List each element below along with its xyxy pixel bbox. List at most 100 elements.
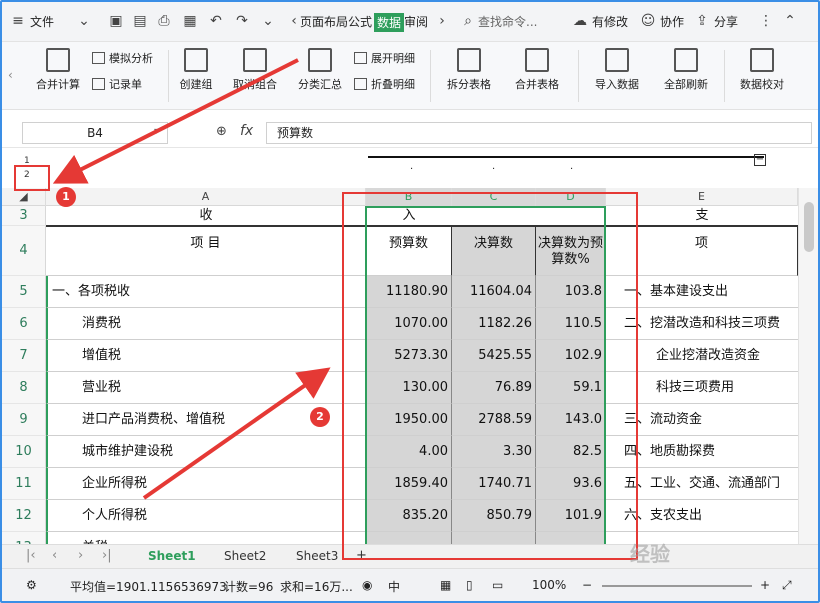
scrollbar-thumb[interactable] [804,202,814,252]
cell-a[interactable]: 关税 [46,532,366,544]
preview-icon[interactable]: ▦ [182,13,198,29]
zoom-level[interactable]: 100% [532,578,566,592]
cell-a[interactable]: 企业所得税 [46,468,366,500]
vertical-scrollbar[interactable] [798,188,818,544]
chevron-up-icon[interactable]: ⌃ [782,13,798,29]
sheet-tab-1[interactable]: Sheet1 [148,549,196,563]
cell-a[interactable]: 一、各项税收 [46,276,366,308]
ungroup-icon [243,48,267,72]
row-header[interactable]: 12 [2,500,46,532]
cell-a[interactable]: 收 [46,206,366,226]
outline-dot: · [570,164,574,175]
sim-analysis-icon [92,52,105,64]
hamburger-icon[interactable]: ≡ [10,13,26,29]
collapse-group-icon[interactable]: − [754,154,766,166]
sheet-tab-2[interactable]: Sheet2 [224,549,266,563]
cell-a[interactable]: 营业税 [46,372,366,404]
share-button[interactable]: 分享 [714,13,738,30]
subtotal-button[interactable]: 分类汇总 [292,42,348,92]
collapse-detail-button[interactable]: 折叠明细 [354,76,415,92]
cell-a[interactable]: 个人所得税 [46,500,366,532]
row-header[interactable]: 8 [2,372,46,404]
sim-analysis-button[interactable]: 模拟分析 [92,50,153,66]
zoom-icon[interactable]: ⊕ [216,124,227,139]
cell-a[interactable]: 城市维护建设税 [46,436,366,468]
eye-icon[interactable]: ◉ [362,578,372,592]
ribbon-divider [430,50,431,102]
first-sheet-icon[interactable]: |‹ [26,548,36,563]
row-header[interactable]: 13 [2,532,46,544]
cell-a[interactable]: 消费税 [46,308,366,340]
zoom-in-icon[interactable]: + [760,578,770,592]
print-icon[interactable]: ⎙ [156,13,172,29]
page-break-view-icon[interactable]: ▭ [492,578,503,592]
fullscreen-icon[interactable]: ⤢ [782,578,792,593]
macro-icon[interactable]: ⚙ [26,578,37,592]
row-header[interactable]: 7 [2,340,46,372]
person-icon: ☺ [640,13,656,29]
expand-detail-button[interactable]: 展开明细 [354,50,415,66]
row-header[interactable]: 10 [2,436,46,468]
formula-input[interactable]: 预算数 [266,122,812,144]
tab-review[interactable]: 审阅 [404,13,428,30]
more-icon[interactable]: ⋮ [758,13,774,29]
menu-bar: ≡ 文件 ⌄ ▣ ▤ ⎙ ▦ ↶ ↷ ⌄ ‹ 页面布局 公式 数据 审阅 › ⌕… [2,2,818,42]
row-header[interactable]: 6 [2,308,46,340]
input-mode-icon[interactable]: 中 [388,578,400,595]
refresh-icon [674,48,698,72]
status-count: 计数=96 [224,580,274,594]
file-menu[interactable]: 文件 [30,13,54,30]
tab-formula[interactable]: 公式 [348,13,372,30]
chevron-right-icon[interactable]: › [434,13,450,29]
watermark: 经验 [630,542,670,566]
collab-button[interactable]: 协作 [660,13,684,30]
record-button[interactable]: 记录单 [92,76,142,92]
create-group-button[interactable]: 创建组 [174,42,218,92]
tab-page-layout[interactable]: 页面布局 [300,13,348,30]
ribbon-scroll-left-icon[interactable]: ‹ [8,68,13,82]
zoom-slider[interactable] [602,585,752,587]
data-validate-button[interactable]: 数据校对 [732,42,792,92]
row-header[interactable]: 5 [2,276,46,308]
cell-a[interactable]: 增值税 [46,340,366,372]
redo-icon[interactable]: ↷ [234,13,250,29]
import-data-button[interactable]: 导入数据 [586,42,648,92]
sheet-tab-3[interactable]: Sheet3 [296,549,338,563]
zoom-out-icon[interactable]: − [582,578,592,592]
tab-data[interactable]: 数据 [374,13,405,32]
row-header[interactable]: 4 [2,226,46,276]
export-pdf-icon[interactable]: ▤ [132,13,148,29]
search-input[interactable]: 查找命令... [478,13,537,30]
fx-icon[interactable]: fx [240,123,253,139]
create-group-icon [184,48,208,72]
chevron-down-icon[interactable]: ▾ [154,126,159,137]
outline-area: 1 2 − · · · [2,148,818,188]
chevron-down-icon[interactable]: ⌄ [76,13,92,29]
ribbon-divider [578,50,579,102]
row-header[interactable]: 3 [2,206,46,226]
cell-a[interactable]: 项 目 [46,226,366,276]
share-icon: ⇪ [696,13,708,29]
refresh-all-button[interactable]: 全部刷新 [654,42,718,92]
spreadsheet-window: ≡ 文件 ⌄ ▣ ▤ ⎙ ▦ ↶ ↷ ⌄ ‹ 页面布局 公式 数据 审阅 › ⌕… [0,0,820,603]
split-table-button[interactable]: 拆分表格 [438,42,500,92]
undo-icon[interactable]: ↶ [208,13,224,29]
next-sheet-icon[interactable]: › [78,548,83,563]
row-header[interactable]: 9 [2,404,46,436]
chevron-down-icon[interactable]: ⌄ [260,13,276,29]
changes-label[interactable]: 有修改 [592,13,628,30]
last-sheet-icon[interactable]: ›| [102,548,112,563]
annotation-badge-2: 2 [310,407,330,427]
column-header-a[interactable]: A [46,188,366,206]
normal-view-icon[interactable]: ▦ [440,578,451,592]
save-icon[interactable]: ▣ [108,13,124,29]
name-box[interactable]: B4 [22,122,168,144]
ungroup-button[interactable]: 取消组合 [224,42,286,92]
merge-calc-button[interactable]: 合并计算 [30,42,86,92]
prev-sheet-icon[interactable]: ‹ [52,548,57,563]
status-bar: ⚙ 平均值=1901.1156536973 计数=96 求和=16万... ◉ … [2,568,818,601]
search-icon: ⌕ [464,13,472,29]
row-header[interactable]: 11 [2,468,46,500]
merge-table-button[interactable]: 合并表格 [506,42,568,92]
page-layout-view-icon[interactable]: ▯ [466,578,473,592]
